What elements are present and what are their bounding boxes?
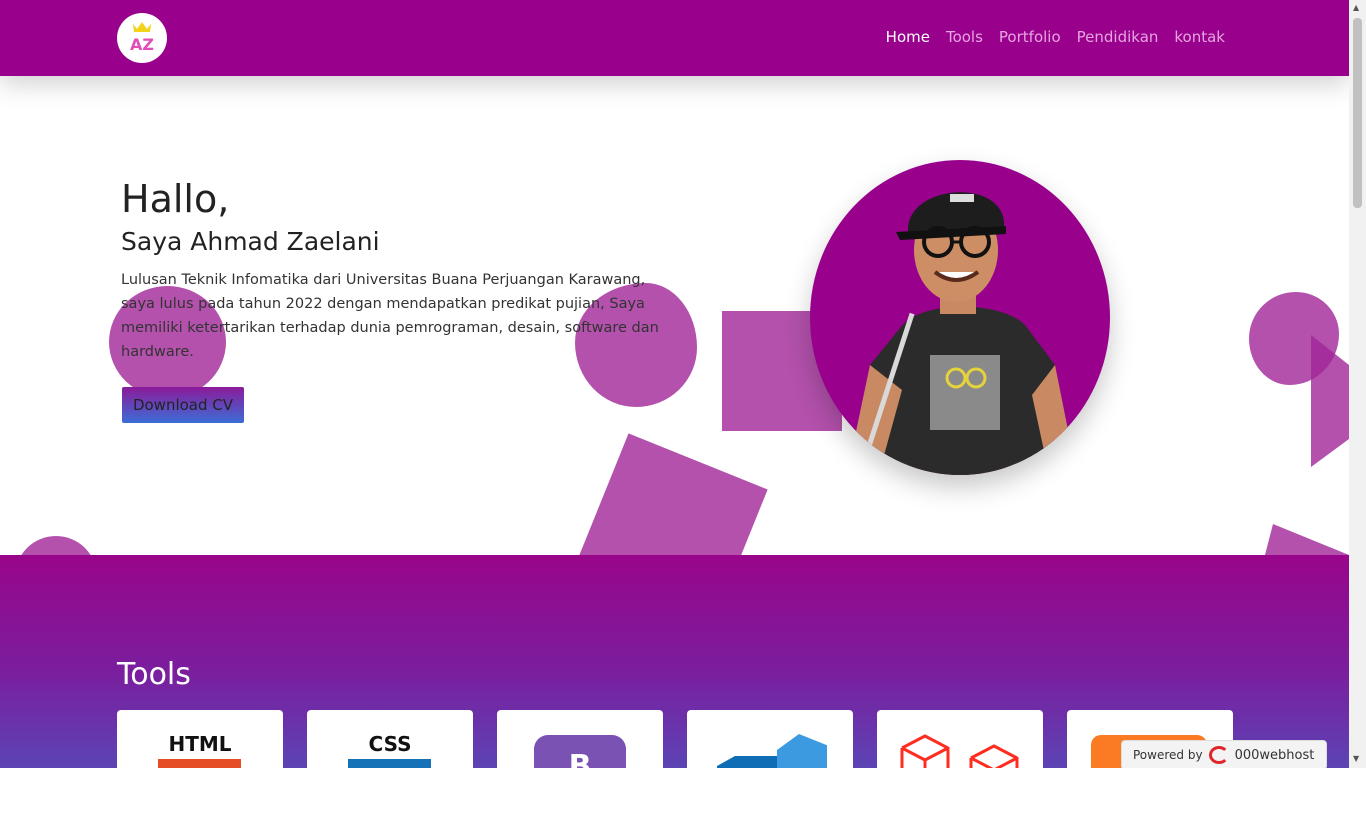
powered-by-badge[interactable]: Powered by 000webhost bbox=[1121, 740, 1327, 768]
webhost-brand: 000webhost bbox=[1234, 747, 1315, 763]
tool-card-html[interactable]: HTML bbox=[117, 710, 283, 768]
site-logo[interactable]: AZ bbox=[117, 13, 167, 63]
vscode-icon bbox=[717, 734, 827, 768]
nav-link-portfolio[interactable]: Portfolio bbox=[999, 28, 1061, 46]
decor-tilted-square bbox=[572, 433, 768, 555]
css3-icon bbox=[348, 759, 431, 768]
decor-triangle-right bbox=[1311, 335, 1349, 467]
nav-link-kontak[interactable]: kontak bbox=[1174, 28, 1225, 46]
profile-photo bbox=[810, 160, 1110, 475]
html5-icon bbox=[158, 759, 241, 768]
css-label: CSS bbox=[368, 732, 412, 756]
nav-link-home[interactable]: Home bbox=[886, 28, 930, 46]
laravel-icon bbox=[900, 734, 1019, 768]
page-viewport: AZ Home Tools Portfolio Pendidikan konta… bbox=[0, 0, 1349, 768]
hero-text: Hallo, Saya Ahmad Zaelani Lulusan Teknik… bbox=[121, 177, 681, 364]
hero-name: Saya Ahmad Zaelani bbox=[121, 227, 380, 256]
tools-title: Tools bbox=[117, 657, 191, 692]
webhost-logo-icon bbox=[1208, 746, 1229, 764]
person-illustration bbox=[850, 192, 1072, 475]
powered-by-text: Powered by bbox=[1133, 748, 1203, 762]
tools-section: Tools HTML CSS B bbox=[0, 555, 1349, 768]
navbar: AZ Home Tools Portfolio Pendidikan konta… bbox=[0, 0, 1349, 76]
hero-description: Lulusan Teknik Infomatika dari Universit… bbox=[121, 272, 659, 360]
nav-link-pendidikan[interactable]: Pendidikan bbox=[1077, 28, 1159, 46]
decor-circle-bottom-left bbox=[15, 536, 97, 555]
tool-card-css[interactable]: CSS bbox=[307, 710, 473, 768]
tool-card-laravel[interactable] bbox=[877, 710, 1043, 768]
svg-text:AZ: AZ bbox=[130, 35, 154, 54]
hero-greeting: Hallo, bbox=[121, 177, 230, 221]
html-label: HTML bbox=[168, 732, 232, 756]
bootstrap-icon: B bbox=[534, 735, 626, 768]
scroll-thumb[interactable] bbox=[1353, 18, 1362, 208]
tool-card-bootstrap[interactable]: B bbox=[497, 710, 663, 768]
crown-logo-icon: AZ bbox=[130, 22, 154, 54]
nav-link-tools[interactable]: Tools bbox=[946, 28, 983, 46]
scroll-down-icon[interactable]: ▼ bbox=[1353, 755, 1359, 763]
bootstrap-letter: B bbox=[568, 749, 592, 768]
nav-menu: Home Tools Portfolio Pendidikan kontak bbox=[886, 28, 1225, 46]
decor-triangle-bottom-right bbox=[1265, 524, 1349, 555]
download-cv-button[interactable]: Download CV bbox=[122, 387, 244, 423]
scroll-up-icon[interactable]: ▲ bbox=[1353, 4, 1359, 12]
hero-section: Hallo, Saya Ahmad Zaelani Lulusan Teknik… bbox=[0, 76, 1349, 555]
page-scrollbar[interactable]: ▲ ▼ bbox=[1349, 0, 1366, 768]
tool-card-vscode[interactable] bbox=[687, 710, 853, 768]
